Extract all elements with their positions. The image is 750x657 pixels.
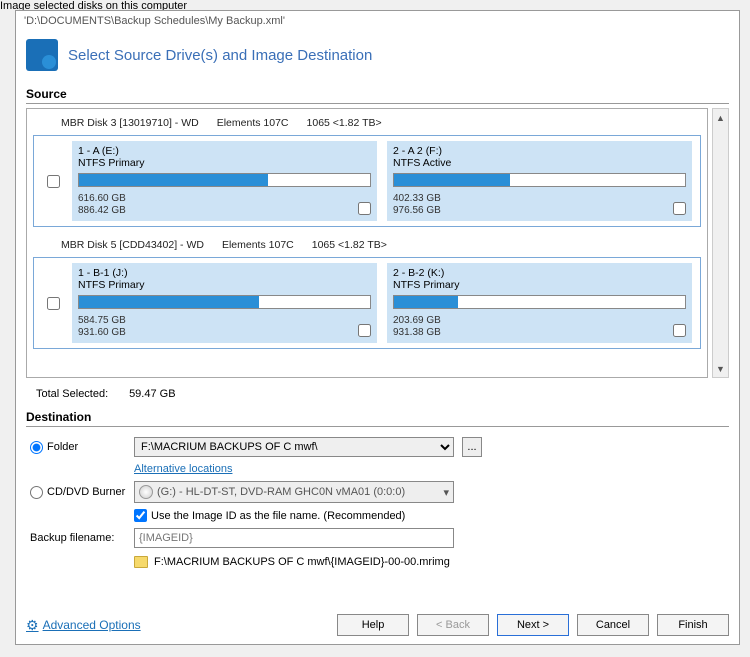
partition-checkbox[interactable] [673, 324, 686, 337]
scroll-down-icon[interactable]: ▼ [713, 360, 728, 377]
source-label: Source [26, 85, 729, 104]
total-label: Total Selected: [36, 388, 126, 400]
usage-bar [78, 173, 371, 187]
usage-bar [393, 295, 686, 309]
partition-checkbox[interactable] [358, 202, 371, 215]
total-selected: Total Selected: 59.47 GB [26, 378, 729, 408]
total-value: 59.47 GB [129, 388, 175, 400]
partition-checkbox[interactable] [358, 324, 371, 337]
disk-body: 1 - A (E:)NTFS Primary 616.60 GB886.42 GB… [33, 135, 701, 227]
usage-bar [393, 173, 686, 187]
partition-title: 1 - A (E:) [78, 145, 371, 157]
partition-title: 2 - A 2 (F:) [393, 145, 686, 157]
partition[interactable]: 1 - B-1 (J:)NTFS Primary 584.75 GB931.60 … [72, 263, 377, 343]
dialog-titlebar: 'D:\DOCUMENTS\Backup Schedules\My Backup… [16, 11, 739, 31]
filename-label: Backup filename: [26, 532, 126, 544]
partition-title: 2 - B-2 (K:) [393, 267, 686, 279]
disk-block: MBR Disk 5 [CDD43402] - WDElements 107C1… [33, 233, 701, 349]
cd-radio[interactable] [30, 486, 43, 499]
disc-icon [139, 485, 153, 499]
destination-section: Destination Folder F:\MACRIUM BACKUPS OF… [16, 408, 739, 568]
burner-select[interactable]: (G:) - HL-DT-ST, DVD-RAM GHC0N vMA01 (0:… [134, 481, 454, 503]
next-button[interactable]: Next > [497, 614, 569, 636]
disk-list[interactable]: MBR Disk 3 [13019710] - WDElements 107C1… [26, 108, 708, 378]
alternative-locations-link[interactable]: Alternative locations [134, 463, 232, 475]
disk-header: MBR Disk 5 [CDD43402] - WDElements 107C1… [33, 233, 701, 257]
partition-sizes: 402.33 GB976.56 GB [393, 193, 686, 217]
partition-type: NTFS Primary [78, 279, 371, 291]
dialog-footer: ⚙ Advanced Options Help < Back Next > Ca… [16, 605, 739, 644]
scrollbar[interactable]: ▲ ▼ [712, 108, 729, 378]
disk-checkbox[interactable] [47, 297, 60, 310]
partition-type: NTFS Primary [393, 279, 686, 291]
partition-type: NTFS Primary [78, 157, 371, 169]
burner-value: (G:) - HL-DT-ST, DVD-RAM GHC0N vMA01 (0:… [157, 486, 405, 498]
folder-radio[interactable] [30, 441, 43, 454]
partition-sizes: 203.69 GB931.38 GB [393, 315, 686, 339]
partition-sizes: 616.60 GB886.42 GB [78, 193, 371, 217]
disk-body: 1 - B-1 (J:)NTFS Primary584.75 GB931.60 … [33, 257, 701, 349]
filename-input[interactable] [134, 528, 454, 548]
partition-sizes: 584.75 GB931.60 GB [78, 315, 371, 339]
disk-header: MBR Disk 3 [13019710] - WDElements 107C1… [33, 111, 701, 135]
use-image-id-checkbox[interactable] [134, 509, 147, 522]
advanced-options-link[interactable]: ⚙ Advanced Options [26, 617, 141, 634]
cd-radio-text: CD/DVD Burner [47, 486, 125, 498]
use-image-id-label: Use the Image ID as the file name. (Reco… [151, 510, 405, 522]
folder-icon [134, 556, 148, 568]
cancel-button[interactable]: Cancel [577, 614, 649, 636]
help-button[interactable]: Help [337, 614, 409, 636]
partition-checkbox[interactable] [673, 202, 686, 215]
partition-type: NTFS Active [393, 157, 686, 169]
hdd-icon [26, 39, 58, 71]
header-title: Select Source Drive(s) and Image Destina… [68, 47, 372, 64]
scroll-up-icon[interactable]: ▲ [713, 109, 728, 126]
advanced-options-text: Advanced Options [43, 618, 141, 632]
cd-radio-label[interactable]: CD/DVD Burner [26, 486, 126, 499]
source-section: Source MBR Disk 3 [13019710] - WDElement… [16, 85, 739, 408]
destination-label: Destination [26, 408, 729, 427]
partition-title: 1 - B-1 (J:) [78, 267, 371, 279]
partition[interactable]: 2 - B-2 (K:)NTFS Primary 203.69 GB931.38 … [387, 263, 692, 343]
usage-bar [78, 295, 371, 309]
sliders-icon: ⚙ [26, 617, 39, 634]
full-backup-path: F:\MACRIUM BACKUPS OF C mwf\{IMAGEID}-00… [154, 556, 450, 568]
disk-block: MBR Disk 3 [13019710] - WDElements 107C1… [33, 111, 701, 227]
wizard-dialog: 'D:\DOCUMENTS\Backup Schedules\My Backup… [15, 10, 740, 645]
folder-path-select[interactable]: F:\MACRIUM BACKUPS OF C mwf\ [134, 437, 454, 457]
folder-radio-label[interactable]: Folder [26, 441, 126, 454]
finish-button[interactable]: Finish [657, 614, 729, 636]
folder-radio-text: Folder [47, 441, 78, 453]
partition[interactable]: 2 - A 2 (F:)NTFS Active 402.33 GB976.56 G… [387, 141, 692, 221]
dialog-header: Select Source Drive(s) and Image Destina… [16, 31, 739, 85]
browse-button[interactable]: ... [462, 437, 482, 457]
back-button: < Back [417, 614, 489, 636]
partition[interactable]: 1 - A (E:)NTFS Primary 616.60 GB886.42 GB [72, 141, 377, 221]
disk-checkbox[interactable] [47, 175, 60, 188]
